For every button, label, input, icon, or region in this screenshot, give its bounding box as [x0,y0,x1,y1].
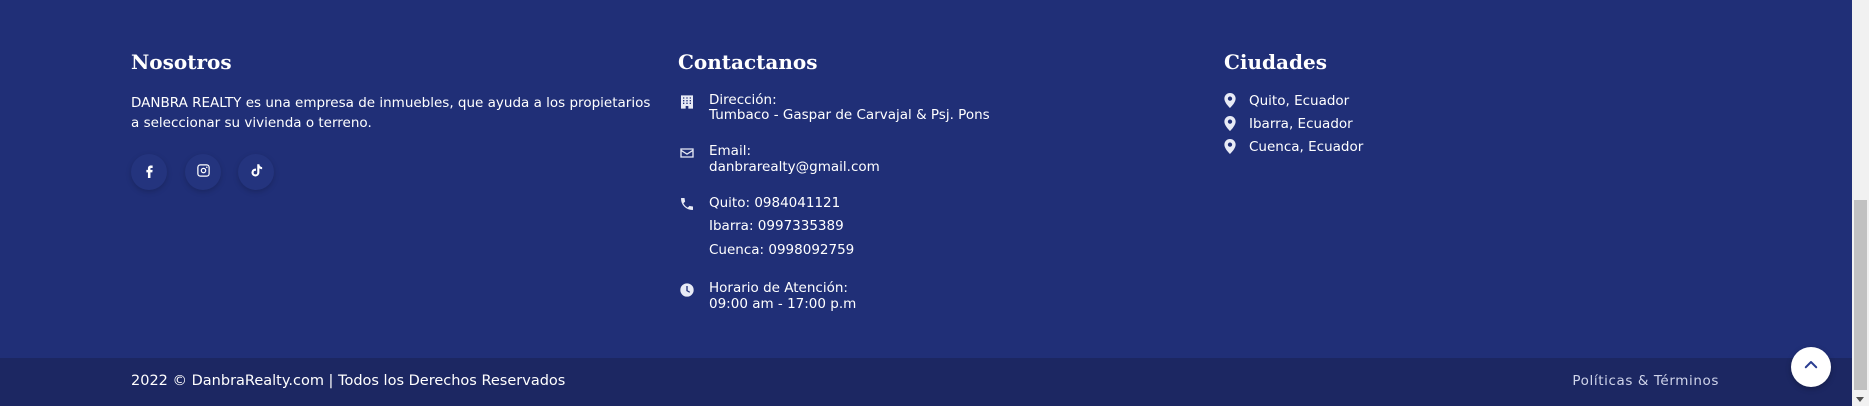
map-marker-icon [1224,139,1236,154]
email-value[interactable]: danbrarealty@gmail.com [709,159,880,175]
copyright-text: 2022 © DanbraRealty.com | Todos los Dere… [131,373,566,389]
policies-link[interactable]: Políticas & Términos [1572,373,1719,389]
chevron-up-icon [1802,356,1820,378]
email-label: Email: [709,143,752,159]
phone-icon [678,195,695,212]
address-label: Dirección: [709,92,777,108]
map-marker-icon [1224,116,1236,131]
scrollbar-thumb[interactable] [1854,200,1867,390]
instagram-icon [196,163,211,182]
instagram-button[interactable] [185,154,221,190]
contact-heading: Contactanos [678,50,818,74]
building-icon [678,93,695,110]
hours-label: Horario de Atención: [709,280,848,296]
city-item-ibarra[interactable]: Ibarra, Ecuador [1249,116,1353,132]
back-to-top-button[interactable] [1791,347,1831,387]
facebook-button[interactable] [131,154,167,190]
cities-heading: Ciudades [1224,50,1327,74]
scroll-down-arrow[interactable] [1856,397,1864,402]
footer: Nosotros DANBRA REALTY es una empresa de… [0,0,1852,358]
hours-value: 09:00 am - 17:00 p.m [709,296,857,312]
map-marker-icon [1224,93,1236,108]
phone-quito[interactable]: Quito: 0984041121 [709,195,840,211]
city-item-quito[interactable]: Quito, Ecuador [1249,93,1349,109]
tiktok-icon [249,163,264,182]
address-value: Tumbaco - Gaspar de Carvajal & Psj. Pons [709,107,990,123]
facebook-icon [142,163,157,182]
phone-cuenca[interactable]: Cuenca: 0998092759 [709,242,854,258]
city-item-cuenca[interactable]: Cuenca, Ecuador [1249,139,1363,155]
page-scrollbar[interactable] [1852,0,1869,406]
clock-icon [678,281,695,298]
about-heading: Nosotros [131,50,232,74]
phone-ibarra[interactable]: Ibarra: 0997335389 [709,218,844,234]
tiktok-button[interactable] [238,154,274,190]
email-icon [678,144,695,161]
about-description: DANBRA REALTY es una empresa de inmueble… [131,95,651,131]
